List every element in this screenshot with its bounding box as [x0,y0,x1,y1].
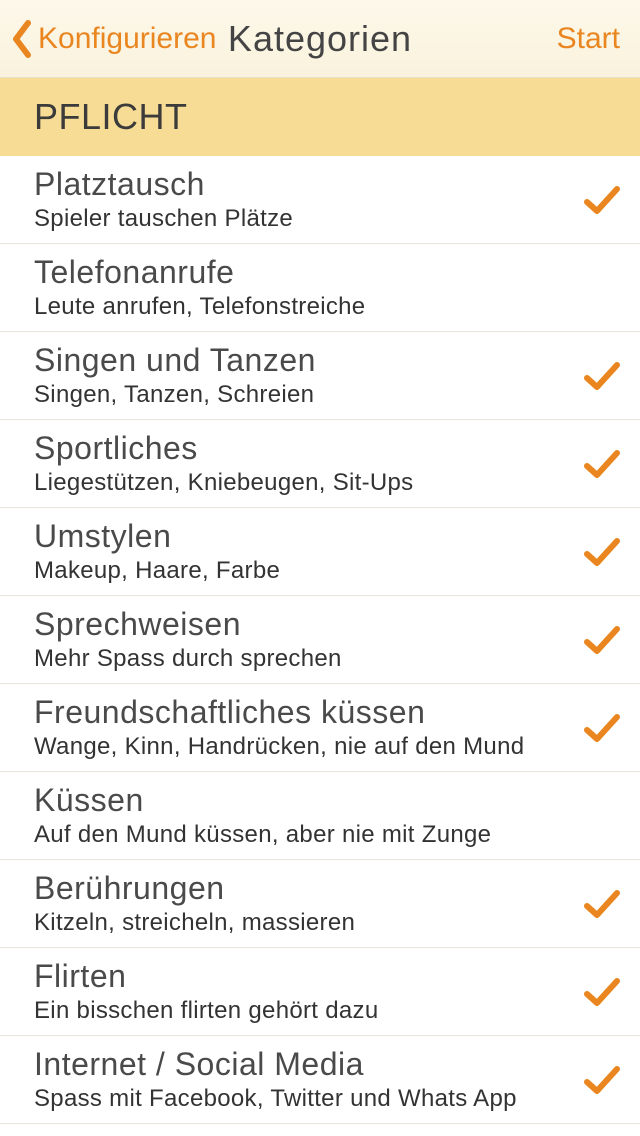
category-title: Berührungen [34,870,572,907]
category-texts: UmstylenMakeup, Haare, Farbe [34,518,572,585]
category-texts: PlatztauschSpieler tauschen Plätze [34,166,572,233]
page-title: Kategorien [228,18,412,60]
category-title: Flirten [34,958,572,995]
category-row[interactable]: SprechweisenMehr Spass durch sprechen [0,596,640,684]
category-subtitle: Kitzeln, streicheln, massieren [34,909,572,937]
category-row[interactable]: TelefonanrufeLeute anrufen, Telefonstrei… [0,244,640,332]
check-icon [572,712,632,744]
check-icon [572,888,632,920]
category-title: Sportliches [34,430,572,467]
category-texts: SprechweisenMehr Spass durch sprechen [34,606,572,673]
category-title: Küssen [34,782,572,819]
category-row[interactable]: UmstylenMakeup, Haare, Farbe [0,508,640,596]
category-texts: Internet / Social MediaSpass mit Faceboo… [34,1046,572,1113]
category-title: Sprechweisen [34,606,572,643]
category-subtitle: Makeup, Haare, Farbe [34,557,572,585]
category-subtitle: Spieler tauschen Plätze [34,205,572,233]
category-row[interactable]: BerührungenKitzeln, streicheln, massiere… [0,860,640,948]
category-subtitle: Mehr Spass durch sprechen [34,645,572,673]
section-header: PFLICHT [0,78,640,156]
category-texts: TelefonanrufeLeute anrufen, Telefonstrei… [34,254,572,321]
category-texts: SportlichesLiegestützen, Kniebeugen, Sit… [34,430,572,497]
check-icon [572,360,632,392]
check-icon [572,976,632,1008]
category-row[interactable]: FlirtenEin bisschen flirten gehört dazu [0,948,640,1036]
check-icon [572,536,632,568]
check-icon [572,1064,632,1096]
check-icon [572,184,632,216]
back-button[interactable]: Konfigurieren [0,0,216,77]
category-row[interactable]: Freundschaftliches küssenWange, Kinn, Ha… [0,684,640,772]
check-icon [572,624,632,656]
category-title: Umstylen [34,518,572,555]
category-title: Freundschaftliches küssen [34,694,572,731]
category-texts: KüssenAuf den Mund küssen, aber nie mit … [34,782,572,849]
category-row[interactable]: Singen und TanzenSingen, Tanzen, Schreie… [0,332,640,420]
category-subtitle: Liegestützen, Kniebeugen, Sit-Ups [34,469,572,497]
category-texts: Freundschaftliches küssenWange, Kinn, Ha… [34,694,572,761]
category-list: PlatztauschSpieler tauschen Plätze Telefo… [0,156,640,1124]
category-texts: BerührungenKitzeln, streicheln, massiere… [34,870,572,937]
category-row[interactable]: Internet / Social MediaSpass mit Faceboo… [0,1036,640,1124]
category-subtitle: Ein bisschen flirten gehört dazu [34,997,572,1025]
category-subtitle: Singen, Tanzen, Schreien [34,381,572,409]
category-subtitle: Auf den Mund küssen, aber nie mit Zunge [34,821,572,849]
category-row[interactable]: PlatztauschSpieler tauschen Plätze [0,156,640,244]
check-icon [572,448,632,480]
category-title: Singen und Tanzen [34,342,572,379]
category-texts: FlirtenEin bisschen flirten gehört dazu [34,958,572,1025]
category-subtitle: Spass mit Facebook, Twitter und Whats Ap… [34,1085,572,1113]
category-title: Internet / Social Media [34,1046,572,1083]
chevron-left-icon [10,19,32,59]
category-row[interactable]: SportlichesLiegestützen, Kniebeugen, Sit… [0,420,640,508]
category-subtitle: Wange, Kinn, Handrücken, nie auf den Mun… [34,733,572,761]
category-title: Telefonanrufe [34,254,572,291]
navbar: Konfigurieren Kategorien Start [0,0,640,78]
back-label: Konfigurieren [38,22,216,56]
category-title: Platztausch [34,166,572,203]
category-row[interactable]: KüssenAuf den Mund küssen, aber nie mit … [0,772,640,860]
category-texts: Singen und TanzenSingen, Tanzen, Schreie… [34,342,572,409]
start-button[interactable]: Start [557,22,640,56]
category-subtitle: Leute anrufen, Telefonstreiche [34,293,572,321]
